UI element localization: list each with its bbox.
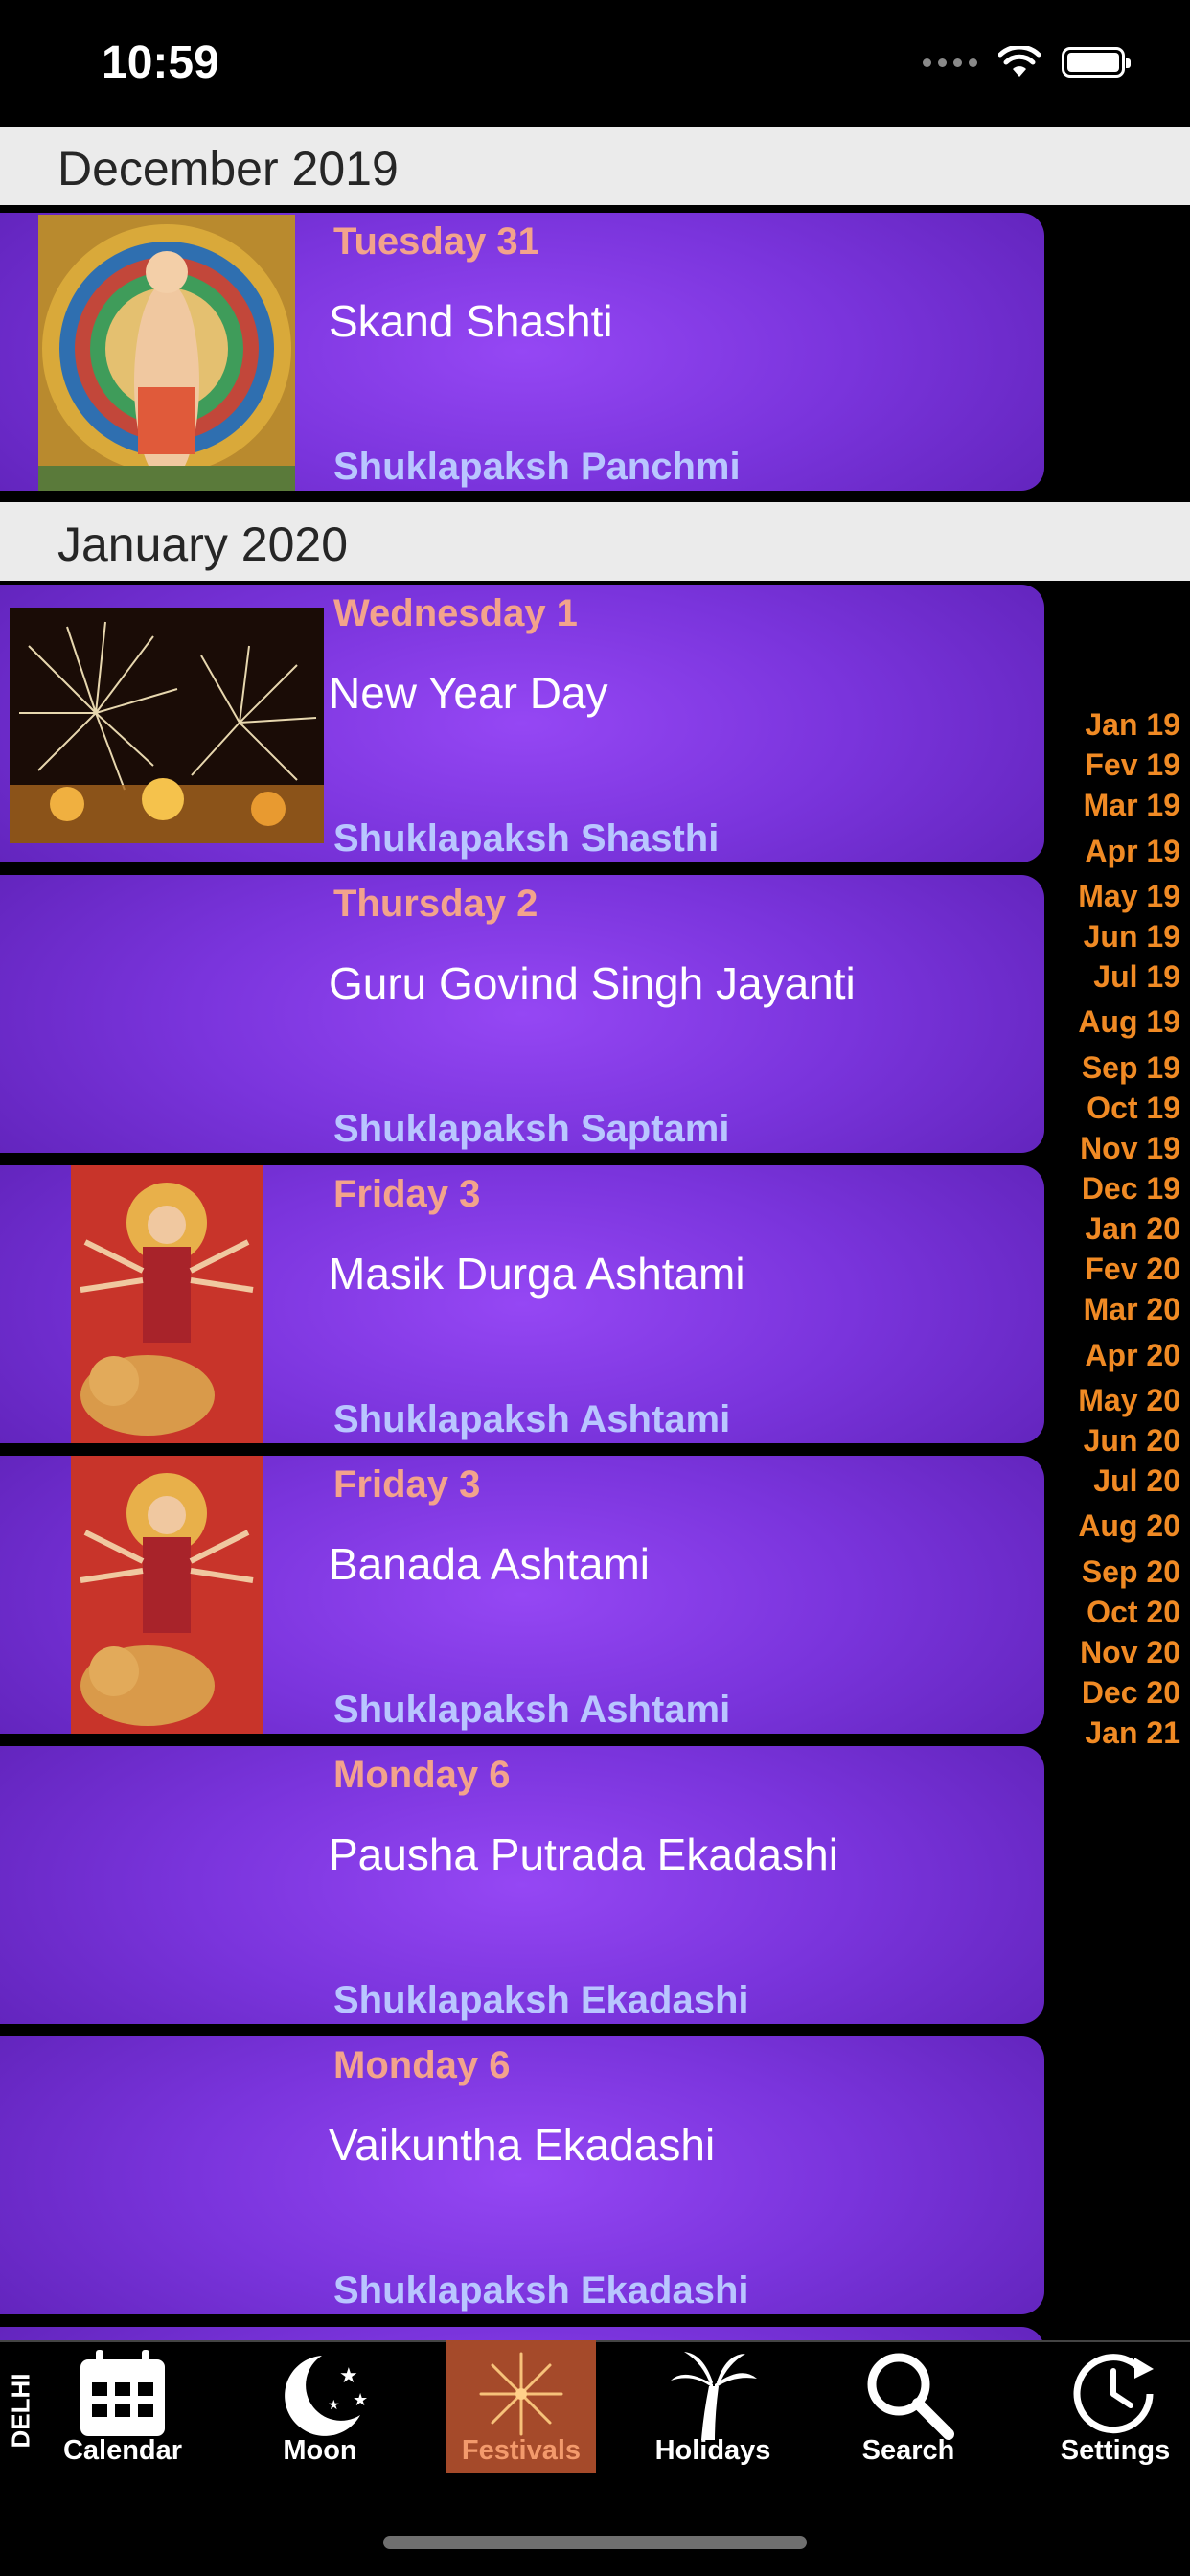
month-index-item[interactable]: Dec 19 [1082, 1171, 1180, 1207]
tab-label: Search [861, 2435, 955, 2466]
event-tithi: Shuklapaksh Panchmi [333, 446, 741, 488]
moon-stars-icon: ★ ★ ★ [285, 2356, 368, 2436]
event-tithi: Shuklapaksh Ekadashi [333, 1979, 749, 2021]
event-tithi: Shuklapaksh Ashtami [333, 1689, 731, 1731]
month-index-item[interactable]: Fev 20 [1085, 1252, 1180, 1287]
event-tithi: Shuklapaksh Ekadashi [333, 2269, 749, 2312]
cellular-signal-icon [923, 58, 977, 67]
section-title: January 2020 [57, 518, 349, 571]
event-name: New Year Day [329, 668, 608, 718]
event-name: Masik Durga Ashtami [329, 1249, 745, 1299]
festival-card[interactable]: Thursday 2 Guru Govind Singh Jayanti Shu… [0, 875, 1044, 1153]
month-index-item[interactable]: Apr 20 [1085, 1338, 1180, 1373]
tab-label: Holidays [654, 2435, 771, 2466]
murugan-deity-image [38, 215, 295, 491]
status-time: 10:59 [102, 37, 219, 88]
event-day: Monday 6 [333, 1754, 511, 1796]
month-index-item[interactable]: Dec 20 [1082, 1675, 1180, 1711]
event-tithi: Shuklapaksh Ashtami [333, 1398, 731, 1440]
tab-moon[interactable]: ★ ★ ★ Moon [245, 2340, 395, 2472]
svg-text:★: ★ [339, 2363, 358, 2387]
event-day: Friday 3 [333, 1173, 481, 1215]
location-label[interactable]: DELHI [2, 2359, 40, 2455]
tab-settings[interactable]: Settings [1041, 2340, 1190, 2472]
festival-card[interactable] [0, 2327, 1044, 2340]
tab-label: Moon [283, 2435, 357, 2466]
event-tithi: Shuklapaksh Saptami [333, 1108, 730, 1150]
palm-tree-icon [671, 2352, 757, 2440]
wifi-icon [998, 46, 1041, 77]
search-icon [867, 2353, 954, 2440]
event-name: Guru Govind Singh Jayanti [329, 958, 856, 1008]
festival-card[interactable]: Friday 3 Masik Durga Ashtami Shuklapaksh… [0, 1165, 1044, 1443]
month-index-item[interactable]: Apr 19 [1085, 834, 1180, 869]
event-day: Monday 6 [333, 2044, 511, 2086]
month-index-item[interactable]: Oct 20 [1087, 1595, 1180, 1630]
event-name: Vaikuntha Ekadashi [329, 2120, 716, 2170]
battery-icon [1062, 47, 1131, 78]
fireworks-image [10, 608, 324, 843]
festival-card[interactable]: Friday 3 Banada Ashtami Shuklapaksh Asht… [0, 1456, 1044, 1734]
home-indicator[interactable] [383, 2536, 807, 2549]
clock-settings-icon [1073, 2354, 1154, 2434]
month-index-item[interactable]: Aug 20 [1078, 1508, 1180, 1544]
month-index-item[interactable]: Nov 19 [1080, 1131, 1180, 1166]
tab-label: Festivals [461, 2435, 582, 2466]
month-index-item[interactable]: Aug 19 [1078, 1004, 1180, 1040]
month-index-item[interactable]: Jan 20 [1085, 1211, 1180, 1247]
durga-deity-image [71, 1456, 263, 1734]
tab-holidays[interactable]: Holidays [638, 2340, 788, 2472]
tab-label: Settings [1060, 2435, 1171, 2466]
month-index-item[interactable]: Jan 21 [1085, 1715, 1180, 1751]
month-index-item[interactable]: Sep 20 [1082, 1554, 1180, 1590]
month-index-item[interactable]: Jul 20 [1093, 1463, 1180, 1499]
bottom-safe-area [0, 2472, 1190, 2576]
event-day: Thursday 2 [333, 883, 538, 925]
tab-festivals[interactable]: Festivals [446, 2340, 596, 2472]
month-index-item[interactable]: May 20 [1078, 1383, 1180, 1418]
fireworks-icon [479, 2352, 563, 2436]
status-bar: 10:59 [0, 0, 1190, 126]
festival-card[interactable]: Monday 6 Vaikuntha Ekadashi Shuklapaksh … [0, 2036, 1044, 2314]
tab-search[interactable]: Search [834, 2340, 983, 2472]
month-index-item[interactable]: Jun 20 [1084, 1423, 1180, 1459]
month-index-item[interactable]: Fev 19 [1085, 748, 1180, 783]
section-header-december-2019: December 2019 [0, 126, 1190, 205]
svg-text:★: ★ [328, 2397, 340, 2412]
festival-card[interactable]: Tuesday 31 Skand Shashti Shuklapaksh Pan… [0, 213, 1044, 491]
festival-card[interactable]: Monday 6 Pausha Putrada Ekadashi Shuklap… [0, 1746, 1044, 2024]
month-index-item[interactable]: Oct 19 [1087, 1091, 1180, 1126]
event-day: Wednesday 1 [333, 592, 578, 634]
svg-text:★: ★ [353, 2390, 368, 2409]
event-name: Skand Shashti [329, 296, 613, 346]
month-index-item[interactable]: Sep 19 [1082, 1050, 1180, 1086]
section-title: December 2019 [57, 142, 399, 196]
section-header-january-2020: January 2020 [0, 502, 1190, 581]
month-index-item[interactable]: Jan 19 [1085, 707, 1180, 743]
event-name: Pausha Putrada Ekadashi [329, 1829, 838, 1879]
festival-list[interactable]: December 2019 Tuesday 31 Skand Shashti S… [0, 126, 1190, 2340]
event-day: Friday 3 [333, 1463, 481, 1506]
event-tithi: Shuklapaksh Shasthi [333, 817, 720, 860]
tab-calendar[interactable]: Calendar [48, 2340, 197, 2472]
calendar-icon [80, 2350, 165, 2436]
month-index-item[interactable]: Mar 19 [1084, 788, 1180, 823]
month-index-item[interactable]: Mar 20 [1084, 1292, 1180, 1327]
status-indicators [923, 46, 1131, 79]
month-index-item[interactable]: Nov 20 [1080, 1635, 1180, 1670]
month-index-item[interactable]: May 19 [1078, 879, 1180, 914]
event-day: Tuesday 31 [333, 220, 539, 263]
festival-card[interactable]: Wednesday 1 New Year Day Shuklapaksh Sha… [0, 585, 1044, 862]
month-index-item[interactable]: Jul 19 [1093, 959, 1180, 995]
month-index-item[interactable]: Jun 19 [1084, 919, 1180, 954]
tab-label: Calendar [62, 2435, 183, 2466]
event-name: Banada Ashtami [329, 1539, 651, 1589]
durga-deity-image [71, 1165, 263, 1443]
